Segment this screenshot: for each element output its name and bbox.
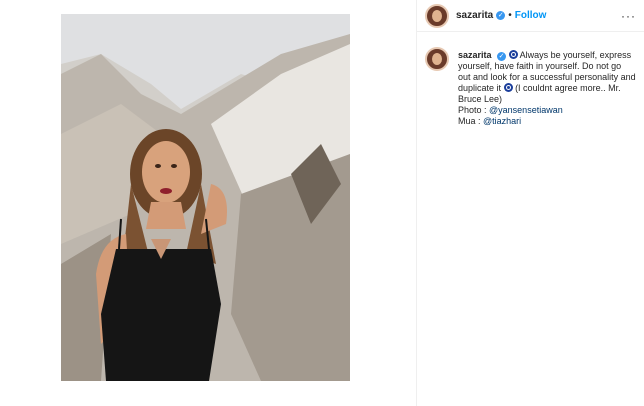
avatar[interactable] xyxy=(425,3,449,28)
photo-illustration xyxy=(61,14,350,381)
nazar-eye-icon xyxy=(503,83,513,92)
nazar-eye-icon xyxy=(508,50,518,59)
post-sidebar: sazarita ✓ • Follow ··· sazarita ✓ Alway… xyxy=(416,0,644,406)
photo-credit-mention[interactable]: @yansensetiawan xyxy=(489,105,563,115)
separator-dot: • xyxy=(508,10,512,21)
caption: sazarita ✓ Always be yourself, express y… xyxy=(417,32,644,127)
caption-body: sazarita ✓ Always be yourself, express y… xyxy=(458,50,636,127)
verified-badge-icon: ✓ xyxy=(497,52,507,61)
mua-credit-line: Mua : @tiazhari xyxy=(458,116,636,127)
media-pane xyxy=(0,0,416,406)
post-modal: sazarita ✓ • Follow ··· sazarita ✓ Alway… xyxy=(0,0,644,406)
photo-label: Photo : xyxy=(458,105,490,115)
follow-button[interactable]: Follow xyxy=(515,10,547,21)
post: sazarita ✓ • Follow ··· sazarita ✓ Alway… xyxy=(0,0,644,406)
mua-credit-mention[interactable]: @tiazhari xyxy=(483,116,521,126)
caption-avatar[interactable] xyxy=(425,47,449,71)
photo-credit-line: Photo : @yansensetiawan xyxy=(458,105,636,116)
post-header: sazarita ✓ • Follow ··· xyxy=(417,0,644,32)
caption-username[interactable]: sazarita xyxy=(458,50,492,60)
post-photo[interactable] xyxy=(61,14,350,381)
more-options-icon[interactable]: ··· xyxy=(621,9,636,23)
verified-badge-icon: ✓ xyxy=(496,11,506,20)
mua-label: Mua : xyxy=(458,116,484,126)
header-username[interactable]: sazarita xyxy=(456,10,493,21)
